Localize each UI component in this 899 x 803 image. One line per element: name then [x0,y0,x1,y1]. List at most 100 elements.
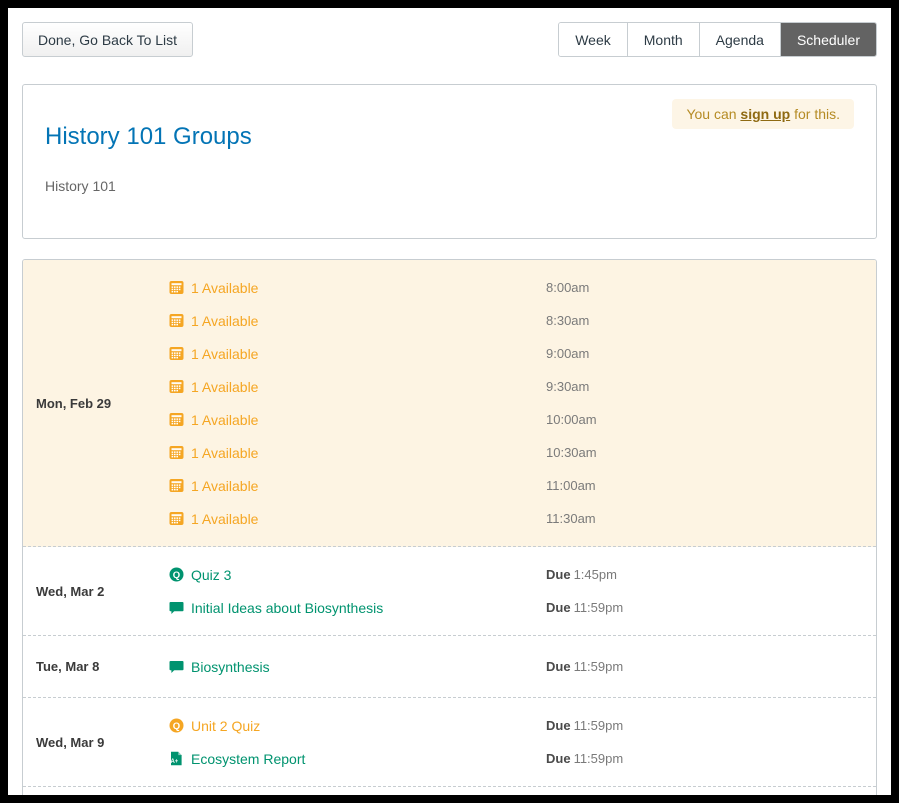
svg-text:Q: Q [173,570,180,581]
day-date-label: Mon, Feb 29 [23,396,169,411]
event-title: 1 Available [169,280,546,296]
day-events: Q Quiz 3 Due1:45pm Initial Ideas about Bios… [169,547,876,635]
event-link[interactable]: 1 Available [191,412,258,428]
day-events: Biosynthesis Due11:59pm [169,639,876,694]
tab-agenda[interactable]: Agenda [700,23,781,56]
svg-text:A+: A+ [170,759,178,765]
discussion-icon [169,600,184,615]
event-title: 1 Available [169,379,546,395]
due-time: 9:00am [546,346,589,361]
event-row: 1 Available 11:30am [169,502,876,535]
assignment-icon: A+ [169,751,184,766]
event-row: Q Unit 2 Quiz Due11:59pm [169,709,876,742]
day-row: Wed, Mar 2QQuiz 3Due1:45pmInitial Ideas … [23,547,876,636]
event-due: 8:00am [546,280,876,295]
event-due: 10:30am [546,445,876,460]
event-title: 1 Available [169,445,546,461]
event-row: 1 Available 10:30am [169,436,876,469]
calendar-icon [169,280,184,295]
event-row: 1 Available 8:30am [169,304,876,337]
signup-prefix-text: You can [686,106,740,122]
group-header-card: You can sign up for this. History 101 Gr… [22,84,877,239]
event-row: 1 Available 11:00am [169,469,876,502]
event-due: Due11:59pm [546,659,876,674]
event-due: 11:00am [546,478,876,493]
event-link[interactable]: Initial Ideas about Biosynthesis [191,600,383,616]
done-go-back-button[interactable]: Done, Go Back To List [22,22,193,57]
due-time: 11:59pm [574,659,624,674]
event-due: 11:30am [546,511,876,526]
sign-up-link[interactable]: sign up [740,106,790,122]
day-row: Tue, Mar 8 Biosynthesis Due11:59pm [23,636,876,698]
due-time: 11:00am [546,478,596,493]
due-time: 8:00am [546,280,589,295]
due-time: 11:30am [546,511,596,526]
due-time: 11:59pm [574,600,624,615]
due-time: 8:30am [546,313,589,328]
event-due: 10:00am [546,412,876,427]
tab-label: Month [644,32,683,48]
event-row: Initial Ideas about Biosynthesis Due11:59… [169,591,876,624]
event-link[interactable]: Quiz 3 [191,567,231,583]
day-date-label: Wed, Mar 9 [23,735,169,750]
event-link[interactable]: 1 Available [191,346,258,362]
calendar-icon [169,511,184,526]
event-link[interactable]: Unit 2 Quiz [191,718,260,734]
due-label: Due [546,600,571,615]
event-due: 9:30am [546,379,876,394]
event-link[interactable]: Biosynthesis [191,659,270,675]
event-due: Due11:59pm [546,600,876,615]
event-link[interactable]: 1 Available [191,478,258,494]
event-row: Biosynthesis Due11:59pm [169,650,876,683]
calendar-icon [169,379,184,394]
event-link[interactable]: Ecosystem Report [191,751,305,767]
due-time: 10:30am [546,445,597,460]
calendar-icon [169,346,184,361]
event-title: 1 Available [169,346,546,362]
event-due: Due1:45pm [546,567,876,582]
calendar-icon [169,445,184,460]
event-due: Due11:59pm [546,751,876,766]
tab-scheduler[interactable]: Scheduler [781,23,876,56]
event-link[interactable]: 1 Available [191,379,258,395]
day-date-label: Wed, Mar 2 [23,584,169,599]
due-time: 11:59pm [574,718,624,733]
tab-label: Agenda [716,32,764,48]
view-tabs: Week Month Agenda Scheduler [558,22,877,57]
quiz-icon: Q [169,567,184,582]
signup-notice: You can sign up for this. [672,99,854,129]
course-name: History 101 [45,178,854,194]
event-row: 1 Available 9:00am [169,337,876,370]
day-events: 1 Available8:00am1 Available8:30am1 Avai… [169,260,876,546]
tab-week[interactable]: Week [559,23,628,56]
schedule-panel: Mon, Feb 29 1 Available 8:00am 1 Available 8… [22,259,877,803]
day-events: A+Group Assignment (Assignment Groups 1)… [169,791,876,803]
event-title: Initial Ideas about Biosynthesis [169,600,546,616]
event-title: 1 Available [169,511,546,527]
due-time: 11:59pm [574,751,624,766]
event-row: A+ Ecosystem Report Due11:59pm [169,742,876,775]
due-time: 10:00am [546,412,597,427]
calendar-icon [169,478,184,493]
event-row: 1 Available 10:00am [169,403,876,436]
day-events: QUnit 2 QuizDue11:59pmA+Ecosystem Report… [169,698,876,786]
event-title: Q Quiz 3 [169,567,546,583]
due-time: 9:30am [546,379,589,394]
due-label: Due [546,567,571,582]
svg-text:Q: Q [173,721,180,732]
event-link[interactable]: 1 Available [191,511,258,527]
event-link[interactable]: 1 Available [191,280,258,296]
event-row: Q Quiz 3 Due1:45pm [169,558,876,591]
event-title: Biosynthesis [169,659,546,675]
event-title: 1 Available [169,478,546,494]
due-label: Due [546,718,571,733]
tab-label: Scheduler [797,32,860,48]
event-title: Q Unit 2 Quiz [169,718,546,734]
due-label: Due [546,751,571,766]
page-frame: Done, Go Back To List Week Month Agenda Sch… [0,0,899,803]
event-link[interactable]: 1 Available [191,445,258,461]
day-date-label: Tue, Mar 8 [23,659,169,674]
day-row: Thu, Mar 10A+Group Assignment (Assignmen… [23,787,876,803]
event-link[interactable]: 1 Available [191,313,258,329]
tab-month[interactable]: Month [628,23,700,56]
